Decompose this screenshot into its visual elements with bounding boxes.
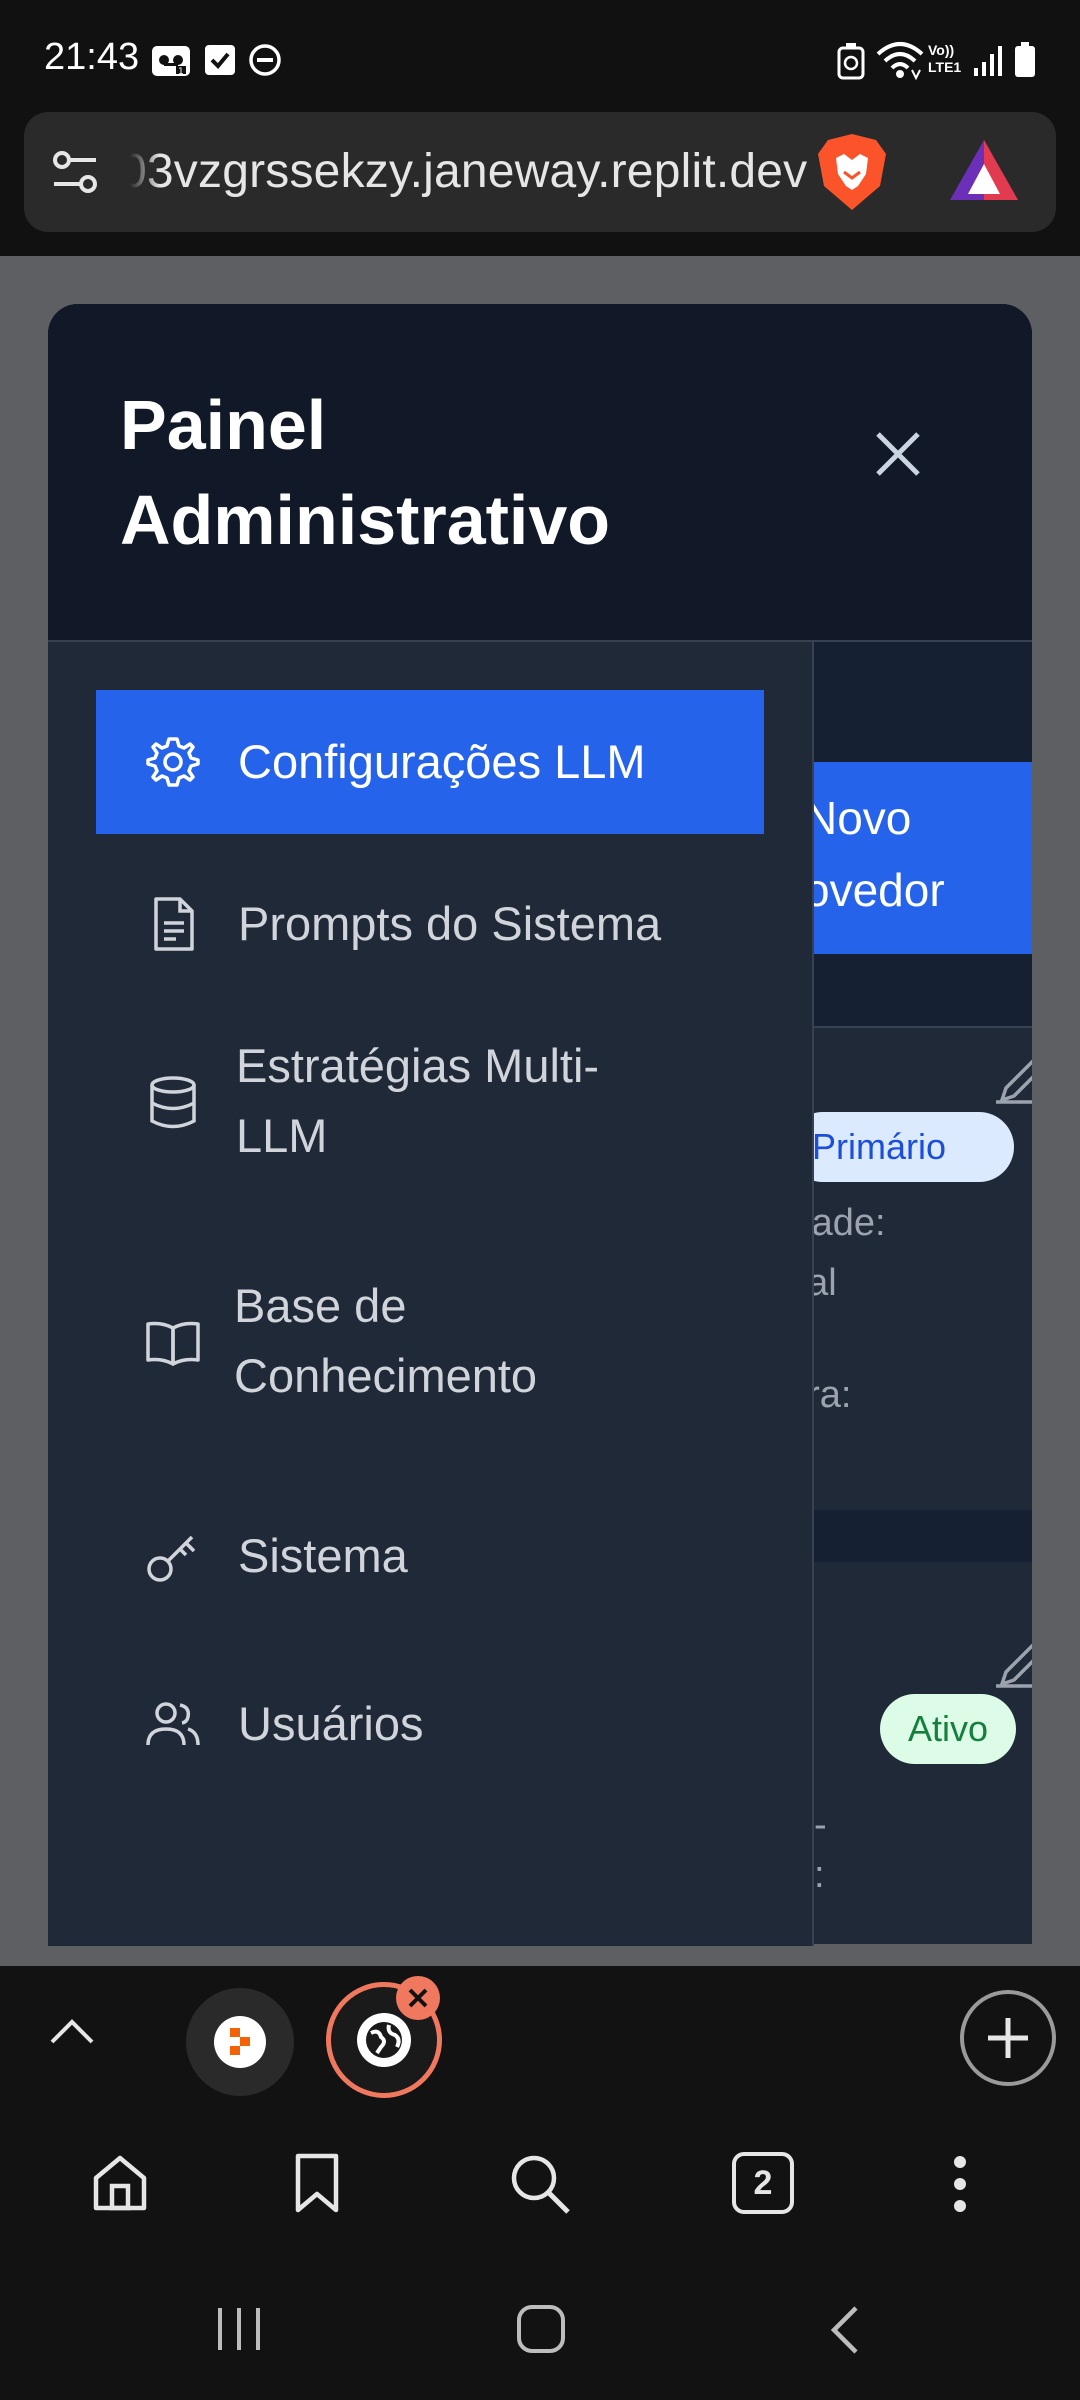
- primary-badge: Primário: [788, 1112, 1014, 1182]
- bg-text-5: :: [814, 1854, 825, 1896]
- new-tab-button[interactable]: [960, 1990, 1056, 2086]
- tab-strip: [0, 1966, 1080, 2106]
- edit-pencil-icon-2[interactable]: [992, 1634, 1032, 1694]
- battery-icon: [1014, 42, 1036, 78]
- checkbox-icon: [204, 44, 236, 76]
- volte-icon: Vo)) LTE1: [928, 42, 972, 80]
- tabs-count: 2: [753, 2164, 773, 2202]
- drawer-title-line-1: Painel: [120, 386, 327, 464]
- drawer-header: Painel Administrativo: [48, 304, 1032, 642]
- url-text[interactable]: 03vzgrssekzy.janeway.replit.dev: [130, 142, 818, 202]
- new-provider-button[interactable]: Novo ovedor: [804, 762, 1032, 954]
- volte-label-bottom: LTE1: [928, 59, 962, 75]
- drawer-menu: Configurações LLM Prompts do Sistema Est…: [48, 642, 814, 1946]
- wifi-icon: [876, 40, 924, 80]
- tabs-count-button[interactable]: 2: [732, 2152, 794, 2214]
- menu-item-label-line-2: LLM: [236, 1109, 328, 1162]
- gear-icon: [144, 733, 202, 791]
- menu-item-system[interactable]: Sistema: [96, 1484, 764, 1628]
- voicemail-icon: 1: [152, 44, 192, 80]
- menu-item-system-prompts[interactable]: Prompts do Sistema: [96, 852, 764, 996]
- brave-rewards-icon[interactable]: [948, 138, 1020, 204]
- brave-shields-icon[interactable]: [814, 132, 890, 212]
- do-not-disturb-icon: [248, 43, 282, 77]
- database-icon: [144, 1074, 202, 1132]
- menu-item-users[interactable]: Usuários: [96, 1652, 764, 1796]
- book-icon: [144, 1314, 202, 1372]
- bookmark-icon[interactable]: [294, 2152, 340, 2214]
- drawer-title: Painel Administrativo: [120, 378, 720, 568]
- menu-item-knowledge-base[interactable]: Base de Conhecimento: [96, 1252, 764, 1432]
- menu-item-label-line-1: Estratégias Multi-: [236, 1039, 600, 1092]
- url-bar[interactable]: 03vzgrssekzy.janeway.replit.dev: [24, 112, 1056, 232]
- browser-bottom-nav: 2: [0, 2106, 1080, 2258]
- drawer-title-line-2: Administrativo: [120, 481, 611, 559]
- more-menu-icon[interactable]: [952, 2154, 968, 2214]
- site-settings-icon[interactable]: [50, 148, 100, 196]
- volte-label-top: Vo)): [928, 42, 955, 58]
- status-bar: 21:43 1 Vo)) LTE1: [0, 0, 1080, 112]
- recent-apps-icon[interactable]: [214, 2306, 264, 2352]
- close-icon[interactable]: [866, 422, 930, 486]
- edit-pencil-icon[interactable]: [992, 1050, 1032, 1110]
- globe-icon: [357, 2013, 411, 2067]
- new-provider-label-2: ovedor: [804, 864, 945, 916]
- close-tab-icon[interactable]: [396, 1976, 440, 2020]
- collapse-chevron-up-icon[interactable]: [48, 2010, 96, 2050]
- signal-icon: [972, 42, 1006, 78]
- search-icon[interactable]: [508, 2152, 572, 2216]
- back-icon[interactable]: [826, 2304, 862, 2356]
- menu-item-multi-llm-strategies[interactable]: Estratégias Multi- LLM: [96, 1012, 764, 1192]
- document-icon: [144, 895, 202, 953]
- active-badge: Ativo: [880, 1694, 1016, 1764]
- menu-item-label: Configurações LLM: [238, 735, 646, 788]
- svg-text:1: 1: [178, 67, 184, 77]
- menu-item-label: Prompts do Sistema: [238, 897, 662, 950]
- menu-item-label-line-2: Conhecimento: [234, 1349, 538, 1402]
- key-icon: [144, 1527, 202, 1585]
- url-fade: [130, 142, 160, 202]
- bg-text-4: -: [814, 1804, 827, 1846]
- users-icon: [144, 1695, 202, 1753]
- menu-item-label: Usuários: [238, 1697, 424, 1750]
- replit-favicon-icon: [214, 2016, 266, 2068]
- home-button-icon[interactable]: [516, 2304, 566, 2354]
- home-icon[interactable]: [90, 2154, 150, 2212]
- system-nav-bar: [0, 2258, 1080, 2400]
- web-content: Novo ovedor Primário idade: dal ura: Ati…: [0, 256, 1080, 1966]
- new-provider-label-1: Novo: [804, 792, 912, 844]
- menu-item-llm-settings[interactable]: Configurações LLM: [96, 690, 764, 834]
- menu-item-label-line-1: Base de: [234, 1279, 407, 1332]
- battery-saver-icon: [836, 42, 866, 80]
- tab-replit[interactable]: [186, 1988, 294, 2096]
- menu-item-label: Sistema: [238, 1529, 408, 1582]
- status-time: 21:43: [44, 36, 140, 78]
